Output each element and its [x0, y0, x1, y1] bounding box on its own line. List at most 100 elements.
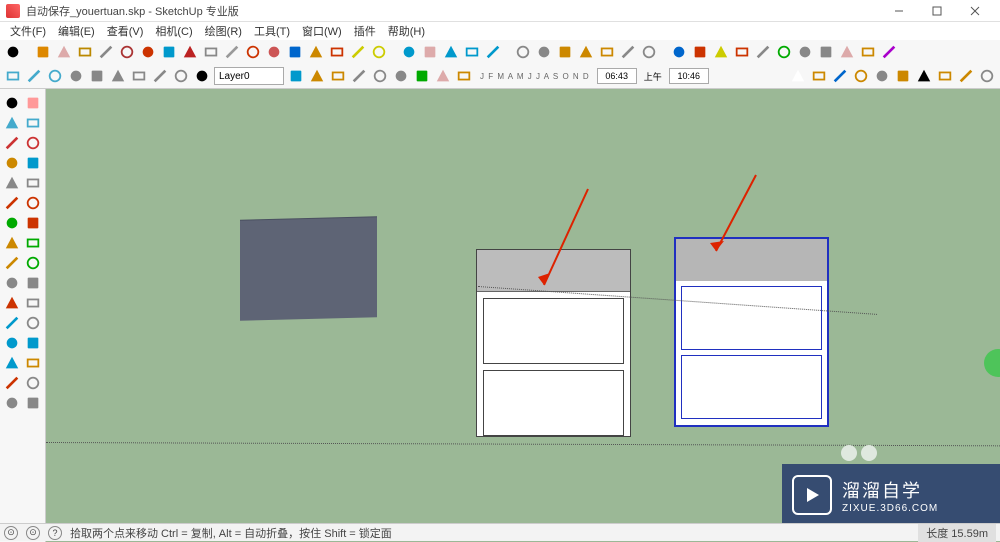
int-icon[interactable] — [24, 293, 44, 313]
arc1-icon[interactable] — [2, 213, 22, 233]
face-icon[interactable] — [434, 67, 452, 85]
mat-icon[interactable] — [2, 373, 22, 393]
text-icon[interactable] — [244, 43, 262, 61]
rect2-icon[interactable] — [2, 133, 22, 153]
menu-item-8[interactable]: 帮助(H) — [382, 21, 431, 41]
pan-icon[interactable] — [421, 43, 439, 61]
plugin4-icon[interactable] — [817, 43, 835, 61]
zoom-win-icon[interactable] — [463, 43, 481, 61]
axes-icon[interactable] — [286, 43, 304, 61]
move-icon[interactable] — [139, 43, 157, 61]
zoom2-icon[interactable] — [2, 353, 22, 373]
cam-icon[interactable] — [328, 43, 346, 61]
stack-icon[interactable] — [151, 67, 169, 85]
status-info-icon-2[interactable]: ⊙ — [26, 526, 40, 540]
maximize-button[interactable] — [918, 1, 956, 21]
zoom-icon[interactable] — [442, 43, 460, 61]
circ-icon[interactable] — [2, 153, 22, 173]
print-icon[interactable] — [978, 67, 996, 85]
menu-item-7[interactable]: 插件 — [348, 21, 382, 41]
push2-icon[interactable] — [2, 233, 22, 253]
cube4-icon[interactable] — [24, 393, 44, 413]
tree-icon[interactable] — [413, 67, 431, 85]
status-info-icon-1[interactable]: ⊙ — [4, 526, 18, 540]
outliner-icon[interactable] — [25, 67, 43, 85]
menu-item-4[interactable]: 绘图(R) — [199, 21, 248, 41]
box2-icon[interactable] — [88, 67, 106, 85]
redo-icon[interactable] — [370, 43, 388, 61]
sect1-icon[interactable] — [350, 67, 368, 85]
pan2-icon[interactable] — [24, 333, 44, 353]
paint-icon[interactable] — [118, 43, 136, 61]
model-shape-1[interactable] — [240, 217, 377, 321]
menu-item-1[interactable]: 编辑(E) — [52, 21, 101, 41]
walk-icon[interactable] — [307, 43, 325, 61]
follow-icon[interactable] — [24, 233, 44, 253]
save-icon[interactable] — [831, 67, 849, 85]
delete-icon[interactable] — [915, 67, 933, 85]
dim-icon[interactable] — [2, 313, 22, 333]
orbit-icon[interactable] — [400, 43, 418, 61]
wire-icon[interactable] — [556, 43, 574, 61]
select-icon[interactable] — [2, 93, 22, 113]
new-icon[interactable] — [789, 67, 807, 85]
menu-item-6[interactable]: 窗口(W) — [296, 21, 348, 41]
menu-drop-icon[interactable] — [172, 67, 190, 85]
box1-icon[interactable] — [67, 67, 85, 85]
line-icon[interactable] — [24, 133, 44, 153]
hair-icon[interactable] — [598, 43, 616, 61]
stamp-icon[interactable] — [24, 373, 44, 393]
undo-icon[interactable] — [349, 43, 367, 61]
tape-icon[interactable] — [223, 43, 241, 61]
zoom-ext-icon[interactable] — [484, 43, 502, 61]
comp-icon[interactable] — [24, 273, 44, 293]
eraser2-icon[interactable] — [24, 93, 44, 113]
model-shape-3-selected[interactable] — [674, 237, 829, 427]
push-icon[interactable] — [97, 43, 115, 61]
txt-icon[interactable] — [24, 313, 44, 333]
open3-icon[interactable] — [810, 67, 828, 85]
copy-icon[interactable] — [873, 67, 891, 85]
m-btn-icon[interactable] — [712, 43, 730, 61]
menu-item-0[interactable]: 文件(F) — [4, 21, 52, 41]
month-scale[interactable]: J F M A M J J A S O N D — [476, 72, 594, 81]
rect-icon[interactable] — [55, 43, 73, 61]
viewport-3d[interactable]: 溜溜自学 ZIXUE.3D66.COM — [46, 89, 1000, 542]
plugin5-icon[interactable] — [838, 43, 856, 61]
plugin3-icon[interactable] — [796, 43, 814, 61]
menu-item-2[interactable]: 查看(V) — [101, 21, 150, 41]
time-box-1[interactable]: 06:43 — [597, 68, 637, 84]
sect2-icon[interactable] — [371, 67, 389, 85]
refresh-icon[interactable] — [287, 67, 305, 85]
free-icon[interactable] — [24, 173, 44, 193]
xray-icon[interactable] — [619, 43, 637, 61]
iso-icon[interactable] — [535, 43, 553, 61]
menu-item-3[interactable]: 相机(C) — [149, 21, 198, 41]
redo2-icon[interactable] — [957, 67, 975, 85]
time-box-2[interactable]: 10:46 — [669, 68, 709, 84]
star-icon[interactable] — [2, 193, 22, 213]
off2-icon[interactable] — [24, 253, 44, 273]
scale-icon[interactable] — [181, 43, 199, 61]
gear-icon[interactable] — [24, 193, 44, 213]
open-icon[interactable] — [308, 67, 326, 85]
prev-icon[interactable] — [514, 43, 532, 61]
circle-icon[interactable] — [76, 43, 94, 61]
arc-icon[interactable] — [24, 153, 44, 173]
shade-icon[interactable] — [577, 43, 595, 61]
layer-select[interactable]: Layer0 — [214, 67, 284, 85]
cube3-icon[interactable] — [2, 393, 22, 413]
close-button[interactable] — [956, 1, 994, 21]
open2-icon[interactable] — [329, 67, 347, 85]
man-icon[interactable] — [24, 353, 44, 373]
menu-item-5[interactable]: 工具(T) — [248, 21, 296, 41]
paste-icon[interactable] — [894, 67, 912, 85]
flip-icon[interactable] — [2, 293, 22, 313]
status-help-icon[interactable]: ? — [48, 526, 62, 540]
box4-icon[interactable] — [130, 67, 148, 85]
arc2-icon[interactable] — [24, 213, 44, 233]
offset-icon[interactable] — [202, 43, 220, 61]
minimize-button[interactable] — [880, 1, 918, 21]
home-icon[interactable] — [392, 67, 410, 85]
dot-t-icon[interactable] — [775, 43, 793, 61]
